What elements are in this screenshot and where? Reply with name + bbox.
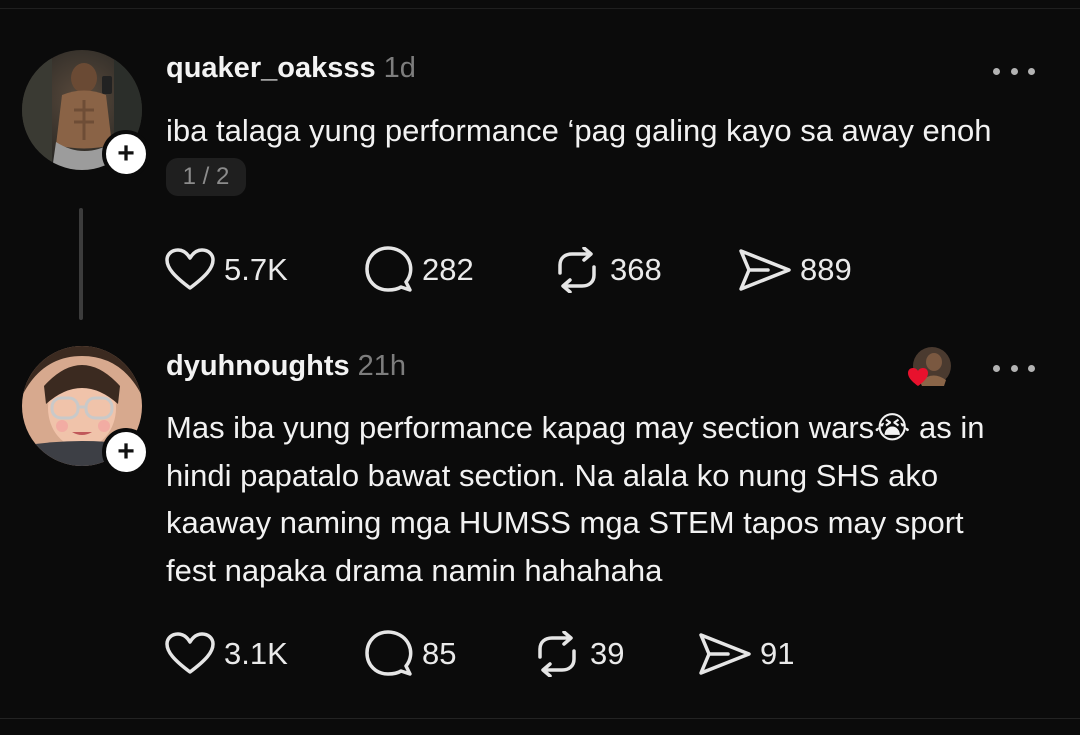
- follow-button-quaker-oaksss[interactable]: +: [102, 130, 150, 178]
- send-icon: [739, 249, 791, 291]
- post-2-text-line-1: Mas iba yung performance kapag may secti…: [166, 410, 985, 445]
- threads-feed: + quaker_oaksss 1d iba talaga yung perfor…: [0, 0, 1080, 735]
- post-2-timestamp: 21h: [357, 350, 407, 382]
- liked-by-author-indicator: [908, 346, 952, 390]
- post-1-like-count: 5.7K: [224, 252, 288, 287]
- post-1-repost-button[interactable]: 368: [552, 247, 662, 293]
- post-2-like-count: 3.1K: [224, 636, 288, 671]
- post-2-text-line-4: fest napaka drama namin hahahaha: [166, 552, 663, 588]
- divider-bottom: [0, 718, 1080, 719]
- post-1-text: iba talaga yung performance ‘pag galing …: [166, 107, 992, 155]
- post-1-reply-count: 282: [422, 252, 474, 287]
- post-1-username[interactable]: quaker_oaksss: [166, 52, 376, 84]
- comment-icon: [365, 630, 413, 676]
- post-2-share-button[interactable]: 91: [698, 632, 794, 676]
- follow-button-dyuhnoughts[interactable]: +: [102, 428, 150, 476]
- repost-icon: [558, 247, 596, 293]
- more-dots-icon[interactable]: [993, 358, 1035, 378]
- post-2-like-button[interactable]: 3.1K: [164, 632, 288, 676]
- post-1-timestamp: 1d: [383, 52, 416, 84]
- plus-icon: +: [117, 435, 135, 468]
- post-2-header: dyuhnoughts 21h: [166, 350, 406, 383]
- post-2-reply-count: 85: [422, 636, 457, 671]
- post-1-like-button[interactable]: 5.7K: [164, 248, 288, 292]
- post-2-repost-button[interactable]: 39: [532, 631, 624, 677]
- post-2-text: Mas iba yung performance kapag may secti…: [166, 404, 985, 594]
- post-1-repost-count: 368: [610, 252, 662, 287]
- plus-icon: +: [117, 137, 135, 170]
- thread-connector-line: [79, 208, 83, 320]
- repost-icon: [538, 631, 576, 677]
- post-2-username[interactable]: dyuhnoughts: [166, 350, 350, 382]
- heart-icon: [165, 632, 215, 674]
- post-1-text-line: iba talaga yung performance ‘pag galing …: [166, 113, 992, 148]
- post-1-share-button[interactable]: 889: [738, 248, 852, 292]
- post-1-share-count: 889: [800, 252, 852, 287]
- post-2-reply-button[interactable]: 85: [364, 630, 456, 678]
- post-1-reply-button[interactable]: 282: [364, 246, 474, 294]
- comment-icon: [365, 246, 413, 292]
- post-1-header: quaker_oaksss 1d: [166, 52, 416, 85]
- more-dots-icon[interactable]: [993, 61, 1035, 81]
- post-2-share-count: 91: [760, 636, 795, 671]
- divider-top: [0, 8, 1080, 9]
- heart-icon: [165, 248, 215, 290]
- post-2-text-line-3: kaaway naming mga HUMSS mga STEM tapos m…: [166, 505, 964, 540]
- post-1-pager-badge: 1 / 2: [166, 158, 246, 196]
- post-2-text-line-2: hindi papatalo bawat section. Na alala k…: [166, 457, 939, 493]
- send-icon: [699, 633, 751, 675]
- post-2-repost-count: 39: [590, 636, 625, 671]
